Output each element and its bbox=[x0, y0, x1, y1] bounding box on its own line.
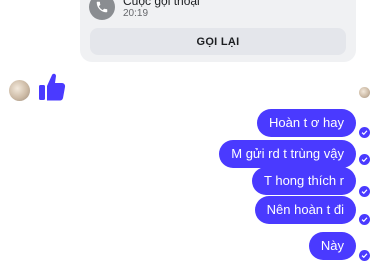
call-title: Cuộc gọi thoại bbox=[123, 0, 200, 8]
message-bubble[interactable]: T hong thích r bbox=[252, 167, 356, 195]
delivered-check-icon bbox=[359, 186, 370, 197]
call-card: Cuộc gọi thoại 20:19 GỌI LẠI bbox=[80, 0, 356, 62]
message-bubble[interactable]: M gửi rd t trùng vậy bbox=[219, 140, 356, 168]
thumbs-up-icon bbox=[38, 72, 66, 102]
message-bubble[interactable]: Này bbox=[308, 232, 356, 260]
contact-avatar[interactable] bbox=[9, 80, 30, 101]
call-time: 20:19 bbox=[123, 8, 149, 19]
message-bubble[interactable]: Nên hoàn t đi bbox=[254, 196, 356, 224]
seen-avatar bbox=[359, 87, 370, 98]
message-bubble[interactable]: Hoàn t ơ hay bbox=[256, 109, 356, 137]
phone-icon bbox=[89, 0, 115, 20]
delivered-check-icon bbox=[359, 214, 370, 225]
call-back-button[interactable]: GỌI LẠI bbox=[90, 28, 346, 55]
delivered-check-icon bbox=[359, 127, 370, 138]
delivered-check-icon bbox=[359, 154, 370, 165]
delivered-check-icon bbox=[359, 250, 370, 261]
